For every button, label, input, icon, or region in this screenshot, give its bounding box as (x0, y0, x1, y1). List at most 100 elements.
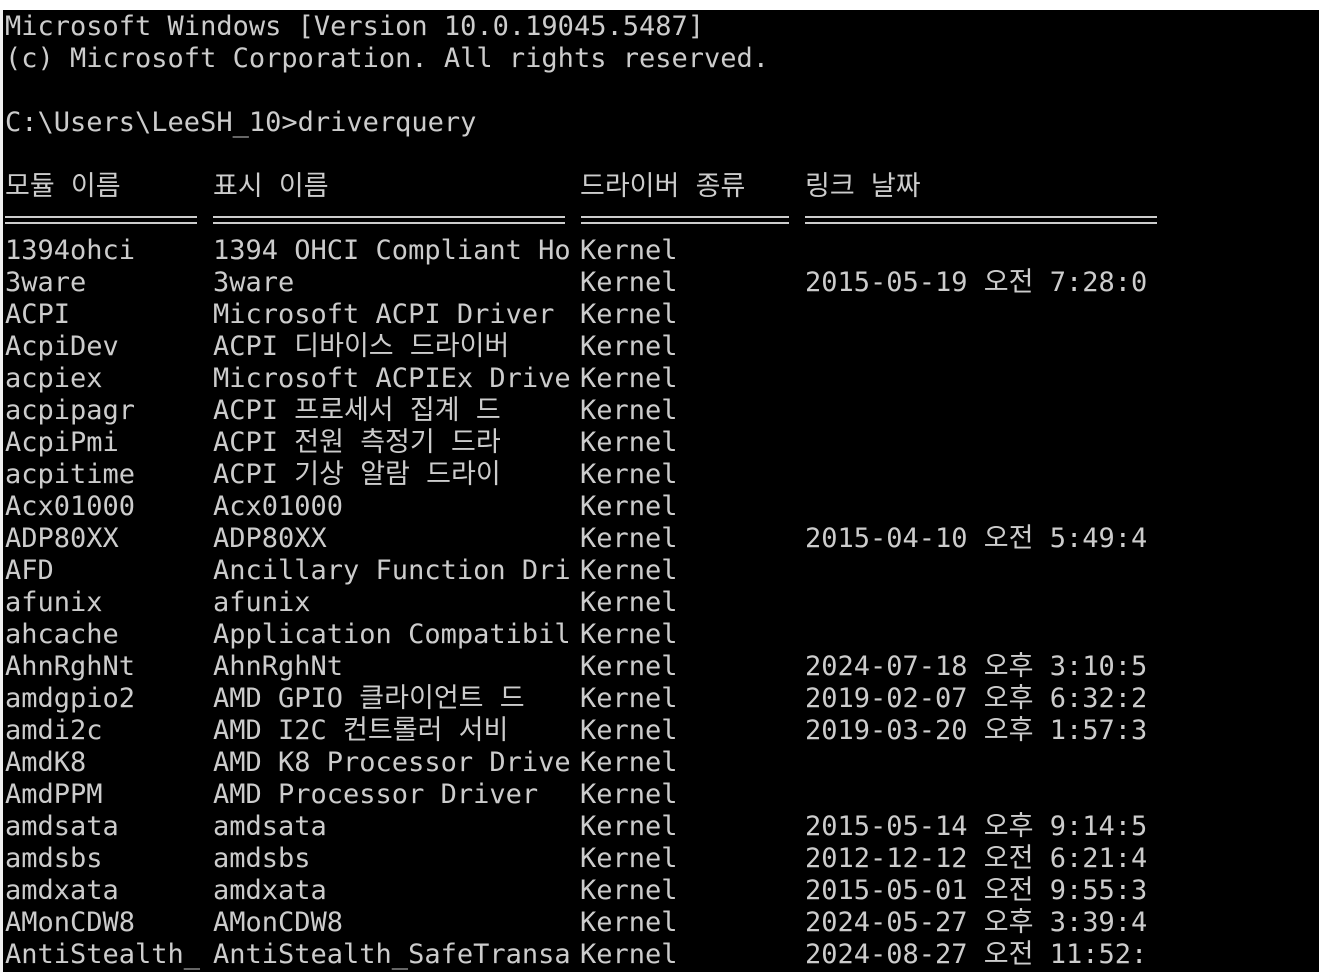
cell-module-name: acpiex (5, 363, 103, 394)
cell-module-name: 1394ohci (5, 235, 136, 266)
cell-driver-type: Kernel (580, 267, 678, 298)
cell-link-date: 2024-08-27 오전 11:52: (805, 939, 1148, 970)
table-row: AcpiDev ACPI 디바이스 드라이버 Kernel (5, 331, 1305, 363)
cell-driver-type: Kernel (580, 651, 678, 682)
cell-module-name: amdxata (5, 875, 119, 906)
cell-driver-type: Kernel (580, 747, 678, 778)
table-row: AcpiPmi ACPI 전원 측정기 드라 Kernel (5, 427, 1305, 459)
cell-display-name: amdsata (213, 811, 327, 842)
table-row: AntiStealth_ AntiStealth_SafeTransa Kernel… (5, 939, 1305, 971)
cell-driver-type: Kernel (580, 619, 678, 650)
cell-display-name: AMD I2C 컨트롤러 서비 (213, 715, 509, 746)
table-row: AmdPPM AMD Processor Driver Kernel (5, 779, 1305, 811)
cell-driver-type: Kernel (580, 331, 678, 362)
table-row: acpiex Microsoft ACPIEx Drive Kernel (5, 363, 1305, 395)
cell-link-date: 2012-12-12 오전 6:21:4 (805, 843, 1148, 874)
cell-display-name: amdxata (213, 875, 327, 906)
cell-driver-type: Kernel (580, 843, 678, 874)
table-row: acpitime ACPI 기상 알람 드라이 Kernel (5, 459, 1305, 491)
table-row: amdgpio2 AMD GPIO 클라이언트 드 Kernel 2019-02-07… (5, 683, 1305, 715)
header-driver-type: 드라이버 종류 (580, 171, 746, 202)
table-row: AhnRghNt AhnRghNt Kernel 2024-07-18 오후 3:10… (5, 651, 1305, 683)
table-row: AmdK8 AMD K8 Processor Drive Kernel (5, 747, 1305, 779)
separator-type (581, 203, 789, 235)
cell-display-name: AntiStealth_SafeTransa (213, 939, 571, 970)
cell-display-name: Microsoft ACPIEx Drive (213, 363, 571, 394)
cell-module-name: AcpiDev (5, 331, 119, 362)
separator-date (805, 203, 1157, 235)
cell-module-name: acpipagr (5, 395, 136, 426)
cell-driver-type: Kernel (580, 779, 678, 810)
cell-module-name: AmdPPM (5, 779, 103, 810)
cell-module-name: ADP80XX (5, 523, 119, 554)
cell-driver-type: Kernel (580, 555, 678, 586)
cell-module-name: afunix (5, 587, 103, 618)
cell-module-name: ACPI (5, 299, 71, 330)
cell-link-date: 2015-04-10 오전 5:49:4 (805, 523, 1148, 554)
cell-driver-type: Kernel (580, 875, 678, 906)
cell-module-name: AmdK8 (5, 747, 87, 778)
cell-display-name: Application Compatibil (213, 619, 571, 650)
table-row: ACPI Microsoft ACPI Driver Kernel (5, 299, 1305, 331)
table-row: afunix afunix Kernel (5, 587, 1305, 619)
cell-display-name: ACPI 기상 알람 드라이 (213, 459, 501, 490)
window-left-border (0, 10, 3, 972)
cell-link-date: 2015-05-14 오후 9:14:5 (805, 811, 1148, 842)
cell-display-name: Microsoft ACPI Driver (213, 299, 555, 330)
cell-display-name: AhnRghNt (213, 651, 344, 682)
banner-copyright-line: (c) Microsoft Corporation. All rights re… (5, 43, 770, 74)
table-row: AFD Ancillary Function Dri Kernel (5, 555, 1305, 587)
cell-display-name: afunix (213, 587, 311, 618)
cell-display-name: Ancillary Function Dri (213, 555, 571, 586)
table-row: Acx01000 Acx01000 Kernel (5, 491, 1305, 523)
cell-driver-type: Kernel (580, 907, 678, 938)
cell-display-name: ACPI 프로세서 집계 드 (213, 395, 501, 426)
cell-display-name: ACPI 디바이스 드라이버 (213, 331, 510, 362)
separator-display (213, 203, 565, 235)
cell-link-date: 2015-05-19 오전 7:28:0 (805, 267, 1148, 298)
table-row: amdxata amdxata Kernel 2015-05-01 오전 9:55:3 (5, 875, 1305, 907)
cell-module-name: amdi2c (5, 715, 103, 746)
header-link-date: 링크 날짜 (805, 171, 921, 202)
cell-driver-type: Kernel (580, 523, 678, 554)
table-row: amdi2c AMD I2C 컨트롤러 서비 Kernel 2019-03-20 오후… (5, 715, 1305, 747)
cell-driver-type: Kernel (580, 683, 678, 714)
cell-driver-type: Kernel (580, 491, 678, 522)
cell-module-name: AFD (5, 555, 54, 586)
cell-module-name: acpitime (5, 459, 136, 490)
cell-module-name: AhnRghNt (5, 651, 136, 682)
cell-module-name: amdgpio2 (5, 683, 136, 714)
header-module-name: 모듈 이름 (5, 171, 121, 202)
cell-display-name: ADP80XX (213, 523, 327, 554)
cell-driver-type: Kernel (580, 939, 678, 970)
table-row: amdsbs amdsbs Kernel 2012-12-12 오전 6:21:4 (5, 843, 1305, 875)
table-row: AMonCDW8 AMonCDW8 Kernel 2024-05-27 오후 3:39… (5, 907, 1305, 939)
cell-display-name: ACPI 전원 측정기 드라 (213, 427, 501, 458)
cell-driver-type: Kernel (580, 427, 678, 458)
table-row: 3ware 3ware Kernel 2015-05-19 오전 7:28:0 (5, 267, 1305, 299)
console-window[interactable]: Microsoft Windows [Version 10.0.19045.54… (0, 10, 1319, 972)
cell-module-name: 3ware (5, 267, 87, 298)
cell-display-name: Acx01000 (213, 491, 344, 522)
cell-driver-type: Kernel (580, 395, 678, 426)
cell-display-name: amdsbs (213, 843, 311, 874)
cell-link-date: 2019-02-07 오후 6:32:2 (805, 683, 1148, 714)
cell-link-date: 2019-03-20 오후 1:57:3 (805, 715, 1148, 746)
cell-display-name: 1394 OHCI Compliant Ho (213, 235, 571, 266)
table-row: acpipagr ACPI 프로세서 집계 드 Kernel (5, 395, 1305, 427)
command-prompt-line: C:\Users\LeeSH_10>driverquery (5, 107, 477, 138)
cell-module-name: amdsata (5, 811, 119, 842)
cell-driver-type: Kernel (580, 587, 678, 618)
cell-display-name: AMD K8 Processor Drive (213, 747, 571, 778)
cell-link-date: 2024-05-27 오후 3:39:4 (805, 907, 1148, 938)
cell-driver-type: Kernel (580, 715, 678, 746)
cell-display-name: 3ware (213, 267, 295, 298)
table-row: ADP80XX ADP80XX Kernel 2015-04-10 오전 5:49:4 (5, 523, 1305, 555)
cell-display-name: AMD Processor Driver (213, 779, 539, 810)
table-separator-row (5, 203, 1305, 235)
table-row: amdsata amdsata Kernel 2015-05-14 오후 9:14:5 (5, 811, 1305, 843)
cell-module-name: AcpiPmi (5, 427, 119, 458)
cell-driver-type: Kernel (580, 811, 678, 842)
cell-module-name: AntiStealth_ (5, 939, 201, 970)
cell-module-name: Acx01000 (5, 491, 136, 522)
